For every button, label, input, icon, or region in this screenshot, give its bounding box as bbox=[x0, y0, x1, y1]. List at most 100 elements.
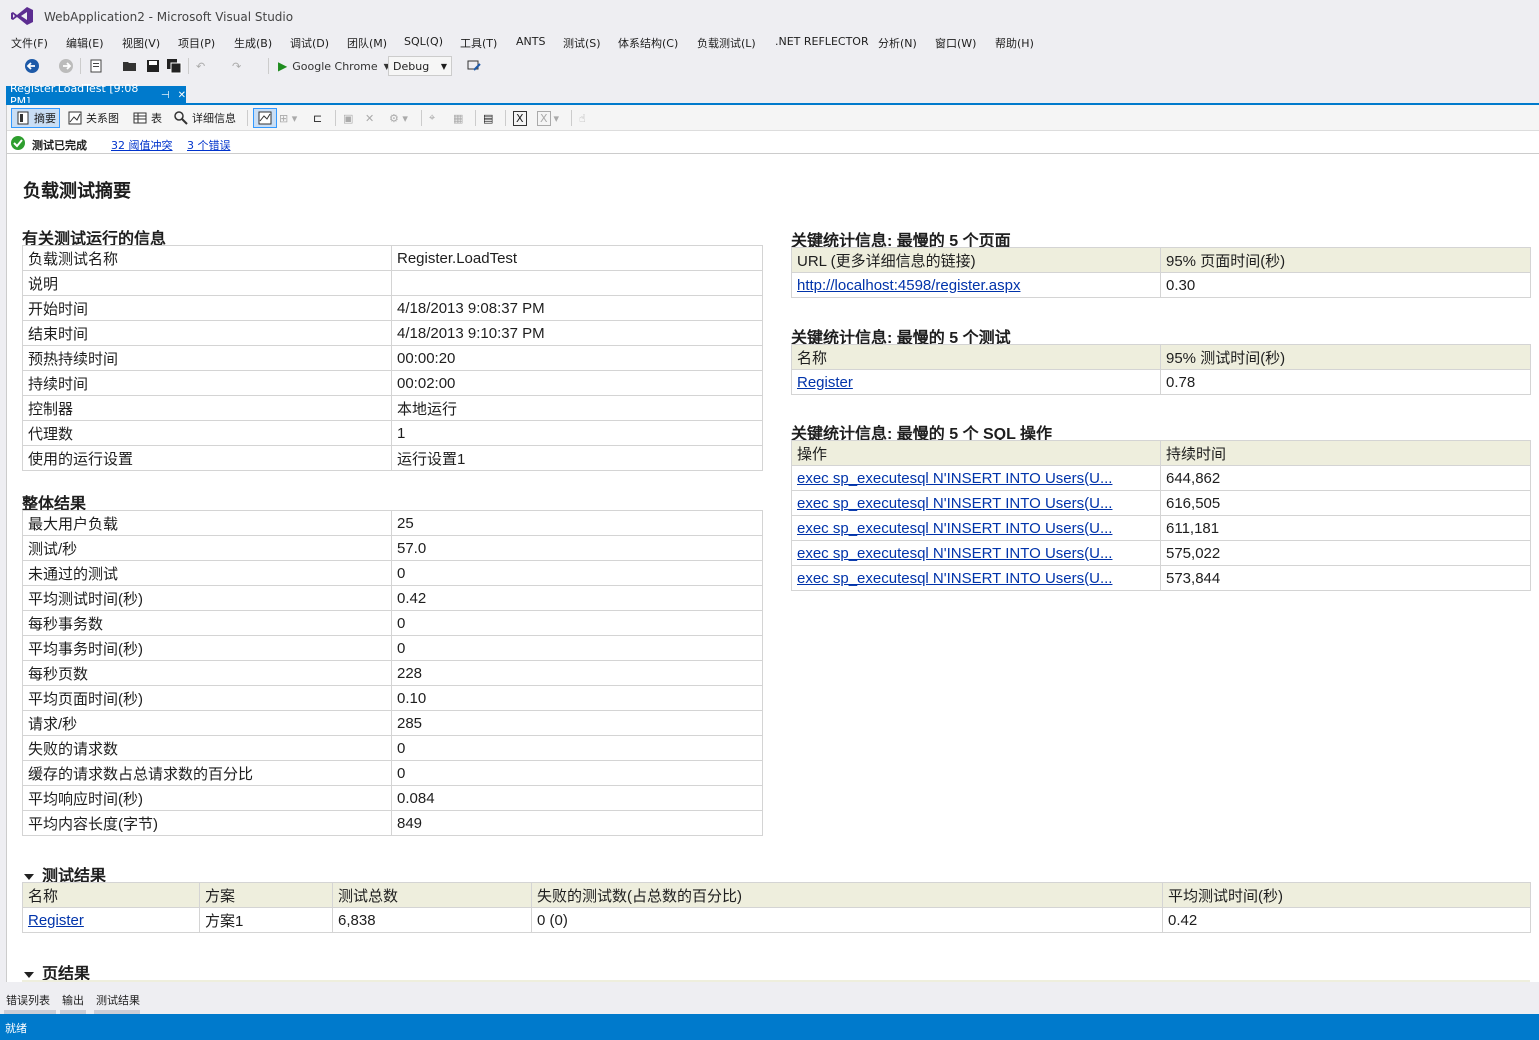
run-info-cell: Register.LoadTest bbox=[391, 245, 763, 271]
graph-view-button[interactable]: 关系图 bbox=[67, 108, 119, 128]
error-list-tab[interactable]: 错误列表 bbox=[6, 992, 50, 1008]
slow-sql-link[interactable]: exec sp_executesql N'INSERT INTO Users(U… bbox=[797, 495, 1112, 512]
overall-cell: 0 bbox=[391, 560, 763, 586]
chevron-down-icon: ▾ bbox=[553, 111, 560, 125]
overall-cell: 0.10 bbox=[391, 685, 763, 711]
filter-icon: ▦ bbox=[453, 111, 464, 125]
slow-page-link[interactable]: http://localhost:4598/register.aspx bbox=[797, 277, 1020, 294]
run-info-cell: 00:02:00 bbox=[391, 370, 763, 396]
attach-process-button[interactable] bbox=[466, 57, 482, 75]
open-file-button[interactable] bbox=[122, 57, 138, 75]
table-view-button[interactable]: 表 bbox=[132, 108, 162, 128]
settings-button[interactable]: ⚙ ▾ bbox=[389, 108, 408, 128]
column-header-failed-tests: 失败的测试数(占总数的百分比) bbox=[531, 882, 1163, 908]
run-info-cell: 运行设置1 bbox=[391, 445, 763, 471]
counter-tree-button[interactable]: ⊏ bbox=[313, 108, 322, 128]
overall-cell: 每秒事务数 bbox=[22, 610, 392, 636]
slow-sql-cell: exec sp_executesql N'INSERT INTO Users(U… bbox=[791, 465, 1161, 491]
layout-grid-button[interactable]: ⊞ ▾ bbox=[279, 108, 297, 128]
menu-ants[interactable]: ANTS bbox=[516, 35, 545, 48]
menu-load-test[interactable]: 负载测试(L) bbox=[697, 35, 756, 51]
column-header-name: 名称 bbox=[791, 344, 1161, 370]
details-view-label: 详细信息 bbox=[192, 112, 236, 125]
menu-test[interactable]: 测试(S) bbox=[563, 35, 601, 51]
slow-sql-link[interactable]: exec sp_executesql N'INSERT INTO Users(U… bbox=[797, 570, 1112, 587]
disabled-tool-button[interactable]: ▣ bbox=[343, 108, 353, 128]
undo-button[interactable]: ↶ bbox=[196, 57, 205, 75]
errors-link[interactable]: 3 个错误 bbox=[187, 137, 231, 153]
delete-button[interactable]: ✕ bbox=[365, 108, 374, 128]
excel-options-button[interactable]: X ▾ bbox=[537, 108, 559, 128]
run-info-cell: 开始时间 bbox=[22, 295, 392, 321]
column-header-total-tests: 测试总数 bbox=[332, 882, 532, 908]
table-row: 代理数 1 bbox=[22, 420, 763, 446]
slow-sql-link[interactable]: exec sp_executesql N'INSERT INTO Users(U… bbox=[797, 545, 1112, 562]
status-bar: 就绪 bbox=[0, 1014, 1539, 1040]
test-result-cell: Register bbox=[22, 907, 200, 933]
menu-view[interactable]: 视图(V) bbox=[122, 35, 160, 51]
menu-edit[interactable]: 编辑(E) bbox=[66, 35, 104, 51]
slow-page-cell: 0.30 bbox=[1160, 272, 1531, 298]
test-results-tab[interactable]: 测试结果 bbox=[96, 992, 140, 1008]
slowest-tests-table: 名称 95% 测试时间(秒) Register 0.78 bbox=[791, 344, 1531, 395]
bottom-tool-window-tabs: 错误列表 输出 测试结果 bbox=[0, 986, 1539, 1014]
document-tab-register-loadtest[interactable]: Register.LoadTest [9:08 PM] ⊣ ✕ bbox=[6, 82, 186, 108]
collapse-triangle-icon[interactable] bbox=[24, 971, 34, 978]
analysis-button[interactable]: ▤ bbox=[483, 108, 493, 128]
menu-sql[interactable]: SQL(Q) bbox=[404, 35, 443, 48]
redo-button[interactable]: ↷ bbox=[232, 57, 241, 75]
close-icon[interactable]: ✕ bbox=[178, 90, 186, 101]
output-tab[interactable]: 输出 bbox=[62, 992, 84, 1008]
export-excel-button[interactable]: X bbox=[513, 108, 527, 128]
menu-net-reflector[interactable]: .NET REFLECTOR bbox=[775, 35, 869, 48]
page-results-section-header[interactable]: 页结果 bbox=[24, 960, 90, 982]
summary-view-button[interactable]: 摘要 bbox=[11, 108, 60, 128]
menu-help[interactable]: 帮助(H) bbox=[995, 35, 1034, 51]
overall-cell: 平均内容长度(字节) bbox=[22, 810, 392, 836]
menu-project[interactable]: 项目(P) bbox=[178, 35, 215, 51]
load-test-summary-report: 负载测试摘要 有关测试运行的信息 负载测试名称 Register.LoadTest… bbox=[7, 155, 1539, 982]
run-info-cell: 代理数 bbox=[22, 420, 392, 446]
save-all-icon bbox=[167, 59, 182, 74]
table-row: Register 0.78 bbox=[791, 369, 1531, 395]
slow-sql-link[interactable]: exec sp_executesql N'INSERT INTO Users(U… bbox=[797, 520, 1112, 537]
collapse-triangle-icon[interactable] bbox=[24, 873, 34, 880]
run-info-cell: 本地运行 bbox=[391, 395, 763, 421]
slow-test-link[interactable]: Register bbox=[797, 374, 853, 391]
start-debugging-button[interactable]: ▶ Google Chrome ▼ bbox=[278, 57, 390, 75]
threshold-violations-link[interactable]: 32 阈值冲突 bbox=[111, 137, 173, 153]
table-row: 结束时间 4/18/2013 9:10:37 PM bbox=[22, 320, 763, 346]
summary-icon bbox=[17, 111, 29, 125]
menu-team[interactable]: 团队(M) bbox=[347, 35, 387, 51]
menu-debug[interactable]: 调试(D) bbox=[290, 35, 329, 51]
menu-tools[interactable]: 工具(T) bbox=[460, 35, 497, 51]
test-completed-label: 测试已完成 bbox=[32, 139, 87, 152]
test-result-link[interactable]: Register bbox=[28, 912, 84, 929]
forward-button[interactable] bbox=[58, 57, 74, 75]
table-row: exec sp_executesql N'INSERT INTO Users(U… bbox=[791, 490, 1531, 516]
help-button[interactable]: ☝ bbox=[579, 108, 586, 128]
new-project-icon bbox=[90, 59, 102, 73]
menu-window[interactable]: 窗口(W) bbox=[935, 35, 976, 51]
solution-configuration-select[interactable]: Debug ▼ bbox=[388, 56, 452, 76]
filter-button[interactable]: ▦ bbox=[453, 108, 463, 128]
slow-page-cell: http://localhost:4598/register.aspx bbox=[791, 272, 1161, 298]
table-row: 开始时间 4/18/2013 9:08:37 PM bbox=[22, 295, 763, 321]
menu-architecture[interactable]: 体系结构(C) bbox=[618, 35, 678, 51]
chart-toggle-button[interactable] bbox=[253, 108, 277, 128]
menu-build[interactable]: 生成(B) bbox=[234, 35, 272, 51]
back-button[interactable] bbox=[24, 57, 40, 75]
save-button[interactable] bbox=[145, 57, 161, 75]
standard-toolbar: ↶ ↷ ▶ Google Chrome ▼ Debug ▼ bbox=[0, 53, 1539, 79]
menu-file[interactable]: 文件(F) bbox=[11, 35, 48, 51]
zoom-button[interactable]: ⌖ bbox=[429, 108, 435, 128]
overall-cell: 25 bbox=[391, 510, 763, 536]
table-icon bbox=[133, 112, 147, 124]
menu-analyze[interactable]: 分析(N) bbox=[878, 35, 917, 51]
new-project-button[interactable] bbox=[88, 57, 104, 75]
slow-sql-link[interactable]: exec sp_executesql N'INSERT INTO Users(U… bbox=[797, 470, 1112, 487]
run-info-cell: 结束时间 bbox=[22, 320, 392, 346]
details-view-button[interactable]: 详细信息 bbox=[173, 108, 236, 128]
pin-icon[interactable]: ⊣ bbox=[161, 90, 170, 101]
save-all-button[interactable] bbox=[166, 57, 182, 75]
